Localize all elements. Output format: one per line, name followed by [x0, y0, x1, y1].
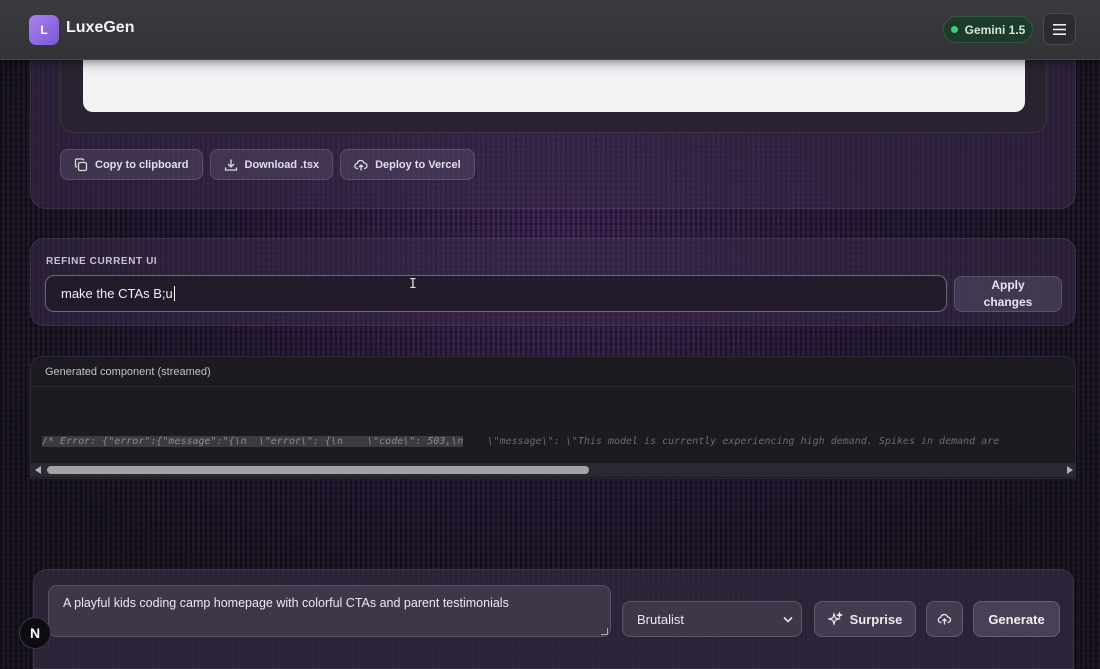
cloud-upload-icon: [354, 159, 368, 170]
deploy-vercel-button[interactable]: Deploy to Vercel: [340, 149, 475, 180]
prompt-value: A playful kids coding camp homepage with…: [63, 596, 509, 610]
export-actions: Copy to clipboard Download .tsx Deploy t…: [60, 149, 475, 180]
scroll-right-icon[interactable]: [1067, 466, 1073, 474]
code-selected-text: /* Error: {"error":{"message":"{\n \"err…: [42, 436, 464, 447]
resize-grip-icon[interactable]: [601, 628, 608, 635]
copy-icon: [74, 157, 88, 171]
prompt-textarea[interactable]: A playful kids coding camp homepage with…: [48, 585, 611, 637]
prompt-composer: A playful kids coding camp homepage with…: [33, 569, 1074, 669]
preview-panel: Copy to clipboard Download .tsx Deploy t…: [30, 31, 1076, 209]
apply-changes-label: Apply changes: [984, 277, 1033, 311]
style-select[interactable]: Brutalist: [622, 601, 802, 637]
copy-label: Copy to clipboard: [95, 158, 189, 171]
copy-to-clipboard-button[interactable]: Copy to clipboard: [60, 149, 203, 180]
surprise-label: Surprise: [849, 611, 903, 627]
cloud-upload-icon: [937, 613, 952, 625]
nextjs-dev-badge[interactable]: N: [19, 617, 51, 649]
refine-input[interactable]: make the CTAs B;u: [45, 275, 947, 312]
model-name: Gemini 1.5: [964, 22, 1026, 37]
logo-badge[interactable]: L: [29, 15, 59, 45]
refine-input-value: make the CTAs B;u: [61, 286, 173, 301]
ibeam-cursor-icon: I: [409, 277, 417, 292]
model-status-badge: Gemini 1.5: [943, 16, 1033, 43]
refine-panel: REFINE CURRENT UI make the CTAs B;u I Ap…: [30, 238, 1076, 326]
sparkles-icon: [827, 611, 843, 626]
apply-line-2: changes: [983, 295, 1033, 309]
status-dot-icon: [950, 26, 958, 33]
menu-button[interactable]: [1043, 13, 1076, 45]
stream-title: Generated component (streamed): [31, 357, 1075, 387]
hamburger-icon: [1053, 23, 1066, 35]
text-caret: [173, 286, 175, 301]
apply-line-1: Apply: [991, 278, 1025, 293]
streamed-code-panel: Generated component (streamed) /* Error:…: [30, 356, 1076, 479]
refine-heading: REFINE CURRENT UI: [46, 256, 158, 267]
surprise-button[interactable]: Surprise: [814, 601, 916, 637]
top-bar: L LuxeGen Gemini 1.5: [0, 0, 1100, 60]
apply-changes-button[interactable]: Apply changes: [954, 276, 1062, 312]
upload-image-button[interactable]: [926, 601, 963, 637]
horizontal-scrollbar[interactable]: [31, 463, 1075, 477]
download-icon: [224, 159, 237, 171]
generate-button[interactable]: Generate: [973, 601, 1060, 637]
brand-name[interactable]: LuxeGen: [66, 19, 134, 37]
deploy-label: Deploy to Vercel: [375, 158, 461, 171]
code-output[interactable]: /* Error: {"error":{"message":"{\n \"err…: [42, 436, 1075, 447]
download-label: Download .tsx: [244, 158, 320, 171]
scroll-left-icon[interactable]: [35, 466, 41, 474]
download-tsx-button[interactable]: Download .tsx: [209, 149, 334, 180]
style-selected-value: Brutalist: [637, 611, 684, 627]
scrollbar-thumb[interactable]: [47, 466, 589, 474]
code-remaining-text: \"message\": \"This model is currently e…: [463, 436, 1000, 447]
chevron-down-icon: [783, 616, 793, 623]
